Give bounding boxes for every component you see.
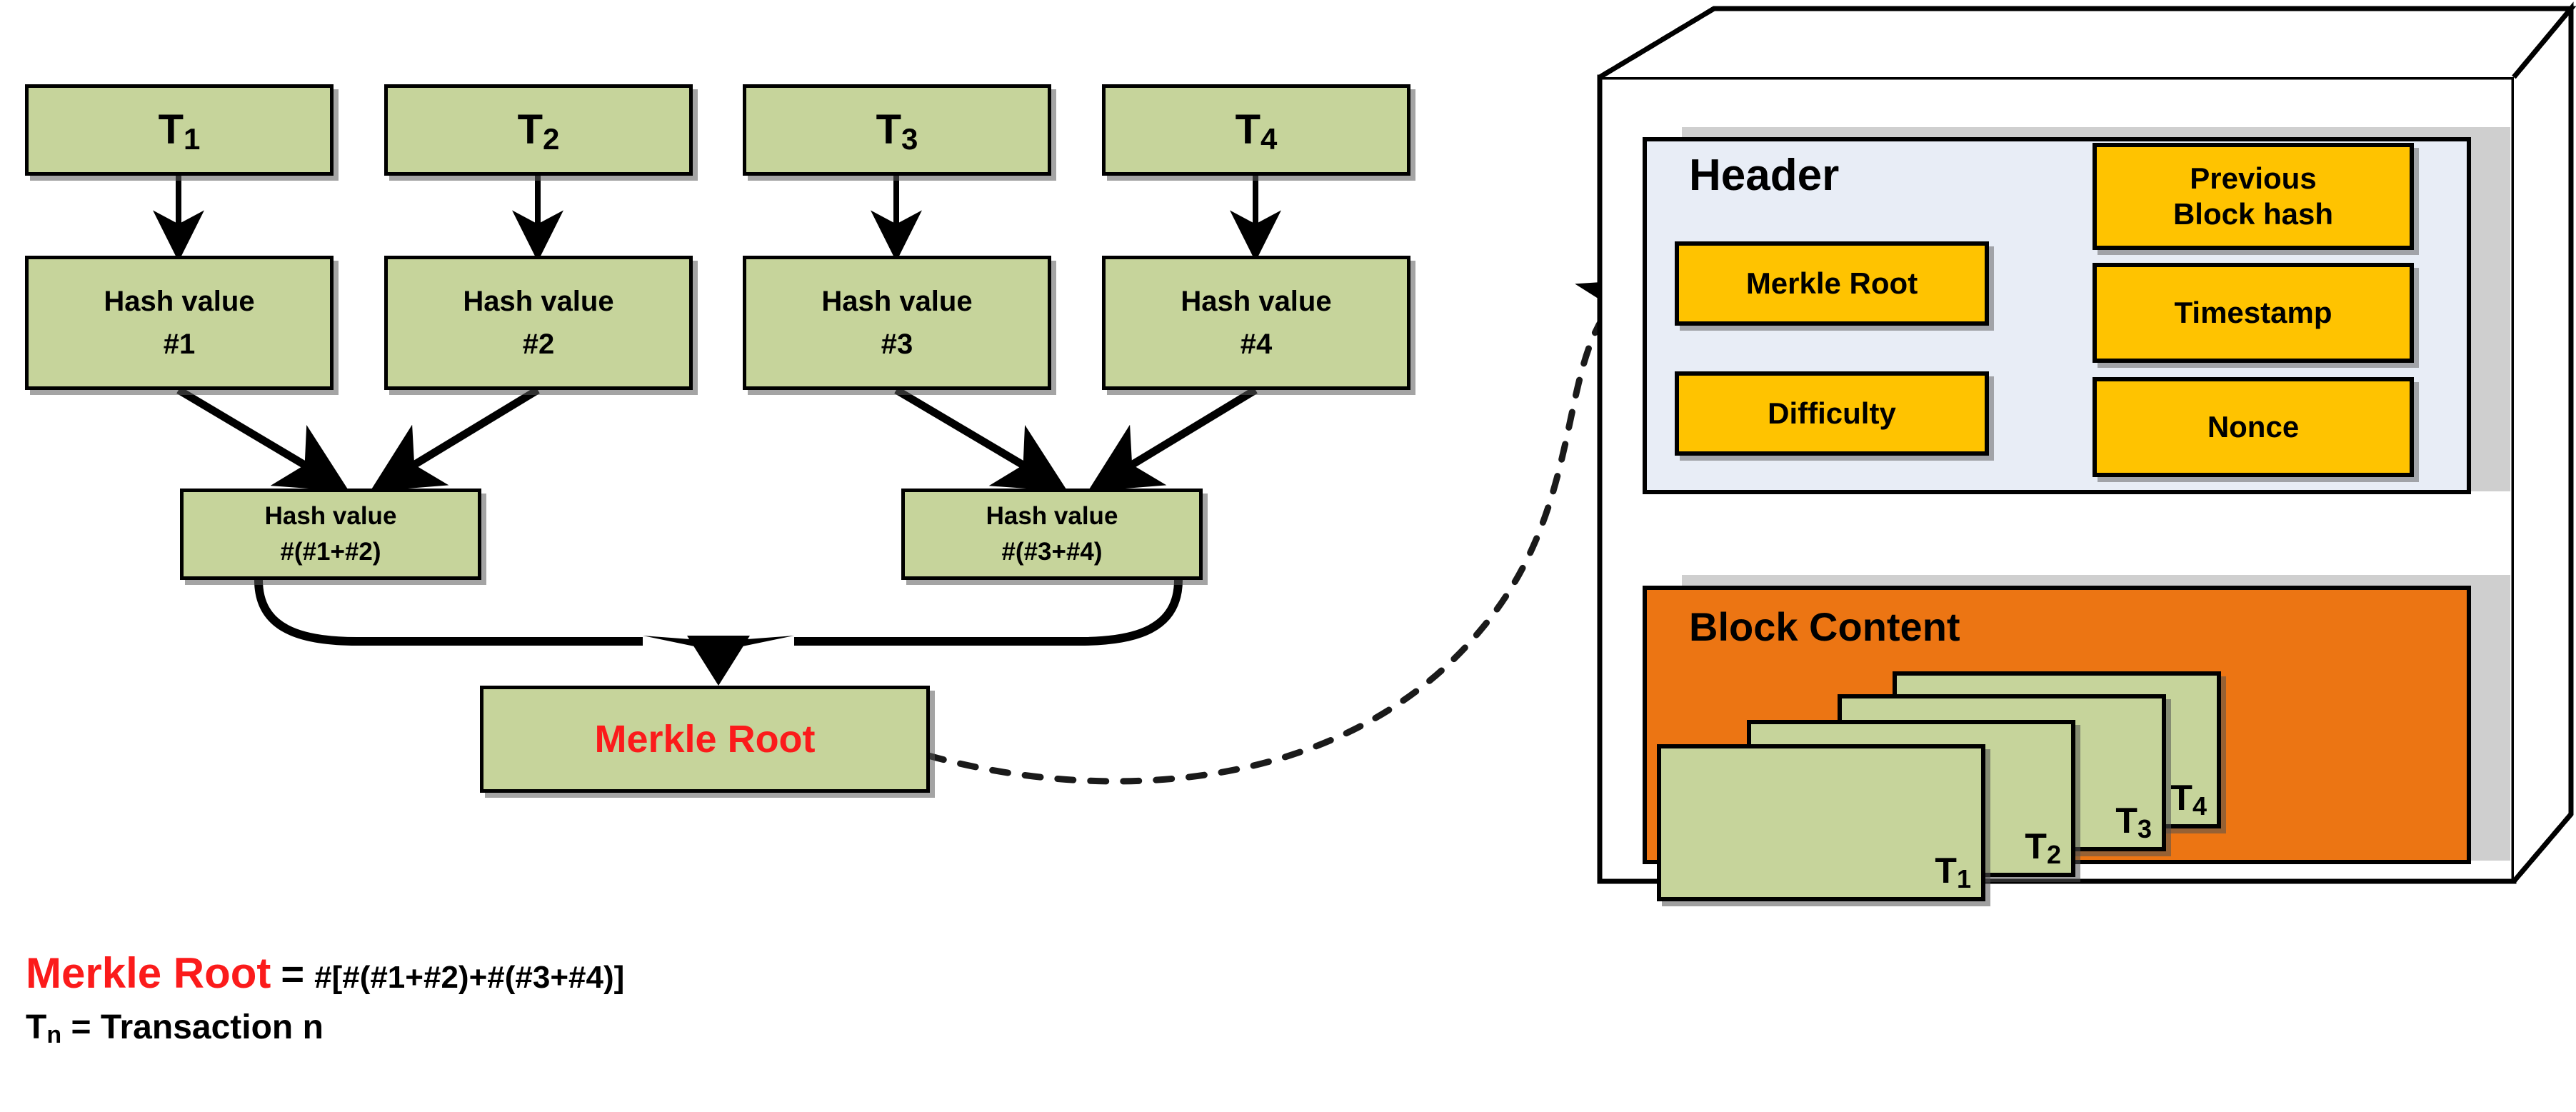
hash-box-3[interactable]: Hash value #3 — [743, 256, 1051, 390]
tx-box-4[interactable]: T4 — [1102, 84, 1410, 176]
field-label: Difficulty — [1768, 396, 1896, 431]
hash-box-2[interactable]: Hash value #2 — [384, 256, 693, 390]
arrow-inner-to-root — [254, 579, 1183, 646]
legend-tx-definition: Transaction n — [100, 1008, 324, 1046]
tx-label: T — [876, 106, 902, 153]
inner-hash-line-1: Hash value — [264, 501, 397, 530]
hash-line-2: #1 — [163, 329, 196, 360]
block-content-title: Block Content — [1689, 604, 1960, 649]
tx-box-1[interactable]: T1 — [25, 84, 334, 176]
content-tx-label-3: T3 — [2115, 801, 2152, 843]
header-field-difficulty[interactable]: Difficulty — [1675, 371, 1989, 456]
header-field-merkle-root[interactable]: Merkle Root — [1675, 241, 1989, 326]
field-label-line-1: Previous — [2190, 161, 2317, 196]
hash-line-1: Hash value — [104, 286, 255, 317]
content-tx-label-4: T4 — [2170, 778, 2207, 821]
tx-label: T — [158, 106, 184, 153]
tx-sub: 1 — [184, 121, 201, 156]
content-tx-label-1: T1 — [1935, 851, 1971, 893]
field-label: Timestamp — [2174, 296, 2332, 330]
hash-line-2: #4 — [1240, 329, 1273, 360]
arrow-tx-to-hash — [153, 175, 1281, 262]
arrow-hash-to-inner — [176, 386, 1258, 492]
hash-line-2: #2 — [522, 329, 555, 360]
root-arrowhead — [643, 636, 794, 686]
field-label: Nonce — [2207, 410, 2300, 444]
inner-hash-line-2: #(#1+#2) — [280, 538, 381, 566]
inner-hash-box-34[interactable]: Hash value #(#3+#4) — [901, 489, 1203, 580]
hash-box-4[interactable]: Hash value #4 — [1102, 256, 1410, 390]
merkle-root-box[interactable]: Merkle Root — [480, 686, 930, 793]
diagram-canvas: T1 T2 T3 T4 Hash value #1 Hash value #2 … — [0, 0, 2576, 1112]
header-field-nonce[interactable]: Nonce — [2093, 377, 2414, 477]
hash-line-1: Hash value — [463, 286, 614, 317]
tx-sub: 4 — [1261, 121, 1278, 156]
legend-tx-equals-sign: = — [71, 1008, 91, 1046]
legend-tx-sub: n — [46, 1021, 62, 1048]
tx-label: T — [517, 106, 543, 153]
inner-hash-line-1: Hash value — [986, 501, 1118, 530]
content-tx-label-2: T2 — [2025, 826, 2061, 869]
block-header-title: Header — [1689, 151, 1840, 200]
hash-box-1[interactable]: Hash value #1 — [25, 256, 334, 390]
legend: Merkle Root = #[#(#1+#2)+#(#3+#4)] Tn = Tr… — [26, 948, 624, 1048]
legend-row-merkle-root: Merkle Root = #[#(#1+#2)+#(#3+#4)] — [26, 948, 624, 998]
inner-hash-box-12[interactable]: Hash value #(#1+#2) — [180, 489, 481, 580]
tx-box-3[interactable]: T3 — [743, 84, 1051, 176]
tx-sub: 3 — [901, 121, 918, 156]
hash-line-2: #3 — [881, 329, 913, 360]
header-field-previous-block-hash[interactable]: Previous Block hash — [2093, 143, 2414, 250]
inner-hash-line-2: #(#3+#4) — [1001, 538, 1103, 566]
field-label: Merkle Root — [1745, 266, 1918, 301]
tx-sub: 2 — [543, 121, 560, 156]
legend-tx-label: T — [26, 1008, 47, 1046]
legend-equals-sign: = — [281, 951, 305, 996]
merkle-root-label: Merkle Root — [594, 717, 816, 761]
legend-merkle-root-formula: #[#(#1+#2)+#(#3+#4)] — [314, 960, 625, 995]
hash-line-1: Hash value — [1181, 286, 1332, 317]
field-label-line-2: Block hash — [2172, 197, 2334, 231]
content-tx-card-1[interactable]: T1 — [1657, 744, 1985, 901]
legend-merkle-root-label: Merkle Root — [26, 949, 271, 997]
header-field-timestamp[interactable]: Timestamp — [2093, 263, 2414, 363]
hash-line-1: Hash value — [821, 286, 973, 317]
tx-box-2[interactable]: T2 — [384, 84, 693, 176]
legend-row-transaction: Tn = Transaction n — [26, 1008, 624, 1048]
tx-label: T — [1235, 106, 1261, 153]
